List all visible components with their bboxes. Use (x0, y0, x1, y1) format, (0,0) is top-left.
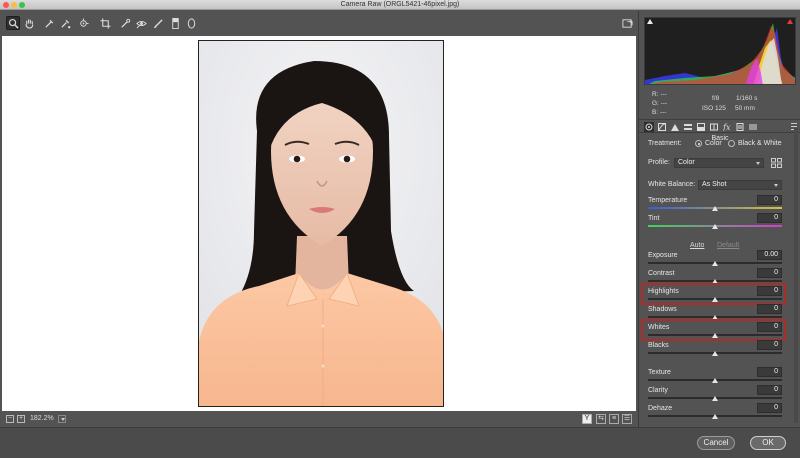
blacks-slider-thumb[interactable] (712, 351, 718, 356)
radial-filter-tool-icon[interactable] (184, 16, 198, 30)
title-bar: Camera Raw (ORGL5421-46pixel.jpg) (0, 0, 800, 10)
exif-aperture: f/8 (712, 95, 720, 102)
tint-value[interactable]: 0 (757, 213, 782, 223)
texture-slider-thumb[interactable] (712, 378, 718, 383)
shadows-value[interactable]: 0 (757, 304, 782, 314)
white-balance-tool-icon[interactable] (42, 16, 56, 30)
profile-label: Profile: (648, 159, 670, 166)
treatment-color-label: Color (705, 140, 722, 147)
zoom-level: 182.2% (30, 415, 54, 422)
dehaze-value[interactable]: 0 (757, 403, 782, 413)
blacks-label: Blacks (648, 342, 669, 349)
hand-tool-icon[interactable] (22, 16, 36, 30)
svg-text:fx: fx (723, 123, 731, 131)
clarity-value[interactable]: 0 (757, 385, 782, 395)
temperature-slider-thumb[interactable] (712, 206, 718, 211)
temperature-value[interactable]: 0 (757, 195, 782, 205)
highlights-label: Highlights (648, 288, 679, 295)
clarity-slider-thumb[interactable] (712, 396, 718, 401)
canvas-status-bar: − + 182.2% Y ⇆ ≡ ☰ (0, 411, 638, 427)
window-title: Camera Raw (ORGL5421-46pixel.jpg) (340, 1, 460, 8)
tint-slider-thumb[interactable] (712, 224, 718, 229)
highlight-clipping-warning-icon[interactable] (787, 19, 793, 24)
color-sampler-tool-icon[interactable] (58, 16, 72, 30)
auto-button[interactable]: Auto (690, 241, 704, 250)
ok-button[interactable]: OK (750, 436, 786, 450)
clarity-label: Clarity (648, 387, 668, 394)
tab-calibration-icon[interactable] (735, 122, 745, 132)
exif-iso: ISO 125 (702, 105, 726, 112)
dehaze-slider-thumb[interactable] (712, 414, 718, 419)
profile-select[interactable]: Color (674, 158, 764, 168)
whites-label: Whites (648, 324, 670, 331)
white-balance-select[interactable]: As Shot (698, 180, 782, 190)
tab-split-toning-icon[interactable] (696, 122, 706, 132)
pixel-readout: R: --- G: --- B: --- f/8 1/160 s ISO 125… (644, 89, 796, 117)
readout-r: R: --- (652, 91, 667, 98)
white-balance-label: White Balance: (648, 181, 696, 188)
histogram (644, 17, 796, 85)
panel-tabs: fx (639, 119, 800, 133)
whites-slider-thumb[interactable] (712, 333, 718, 338)
tab-detail-icon[interactable] (670, 122, 680, 132)
contrast-value[interactable]: 0 (757, 268, 782, 278)
targeted-adjustment-tool-icon[interactable] (76, 16, 90, 30)
blacks-value[interactable]: 0 (757, 340, 782, 350)
copy-settings-icon[interactable]: ≡ (609, 414, 619, 424)
toggle-settings-icon[interactable]: ☰ (622, 414, 632, 424)
shadows-label: Shadows (648, 306, 677, 313)
adjustment-brush-tool-icon[interactable] (151, 16, 165, 30)
tab-basic-icon[interactable] (644, 122, 654, 132)
treatment-color-radio[interactable] (695, 140, 702, 147)
toolbar (0, 11, 638, 36)
readout-b: B: --- (652, 109, 667, 116)
tint-label: Tint (648, 215, 660, 222)
readout-g: G: --- (652, 100, 668, 107)
shadow-clipping-warning-icon[interactable] (647, 19, 653, 24)
dehaze-label: Dehaze (648, 405, 673, 412)
exposure-label: Exposure (648, 252, 678, 259)
spot-removal-tool-icon[interactable] (118, 16, 132, 30)
photo-preview[interactable] (198, 40, 444, 407)
contrast-label: Contrast (648, 270, 675, 277)
whites-value[interactable]: 0 (757, 322, 782, 332)
highlights-value[interactable]: 0 (757, 286, 782, 296)
treatment-label: Treatment: (648, 140, 682, 147)
crop-tool-icon[interactable] (98, 16, 112, 30)
texture-label: Texture (648, 369, 671, 376)
exif-focal-length: 50 mm (735, 105, 755, 112)
zoom-tool-icon[interactable] (6, 16, 20, 30)
zoom-in-button[interactable]: + (17, 415, 25, 423)
texture-value[interactable]: 0 (757, 367, 782, 377)
before-after-toggle[interactable]: Y (582, 414, 592, 424)
exif-shutter: 1/160 s (736, 95, 758, 102)
tab-presets-icon[interactable] (748, 122, 758, 132)
dialog-footer: Cancel OK (0, 427, 800, 458)
cancel-button[interactable]: Cancel (697, 436, 735, 450)
graduated-filter-tool-icon[interactable] (168, 16, 182, 30)
exposure-slider-thumb[interactable] (712, 261, 718, 266)
highlights-slider-thumb[interactable] (712, 297, 718, 302)
tab-lens-corrections-icon[interactable] (709, 122, 719, 132)
zoom-out-button[interactable]: − (6, 415, 14, 423)
exposure-value[interactable]: 0.00 (757, 250, 782, 260)
zoom-dropdown[interactable] (58, 415, 66, 423)
tab-tone-curve-icon[interactable] (657, 122, 667, 132)
default-button[interactable]: Default (717, 241, 739, 250)
temperature-label: Temperature (648, 197, 688, 204)
tab-effects-icon[interactable]: fx (722, 122, 732, 132)
panel-scrollbar[interactable] (794, 128, 798, 423)
treatment-bw-label: Black & White (738, 140, 782, 147)
tab-hsl-icon[interactable] (683, 122, 693, 132)
swap-before-after-icon[interactable]: ⇆ (596, 414, 606, 424)
open-in-icon[interactable] (620, 16, 634, 30)
red-eye-tool-icon[interactable] (134, 16, 148, 30)
treatment-bw-radio[interactable] (728, 140, 735, 147)
profile-browser-icon[interactable] (771, 158, 782, 168)
image-canvas[interactable] (2, 36, 636, 411)
